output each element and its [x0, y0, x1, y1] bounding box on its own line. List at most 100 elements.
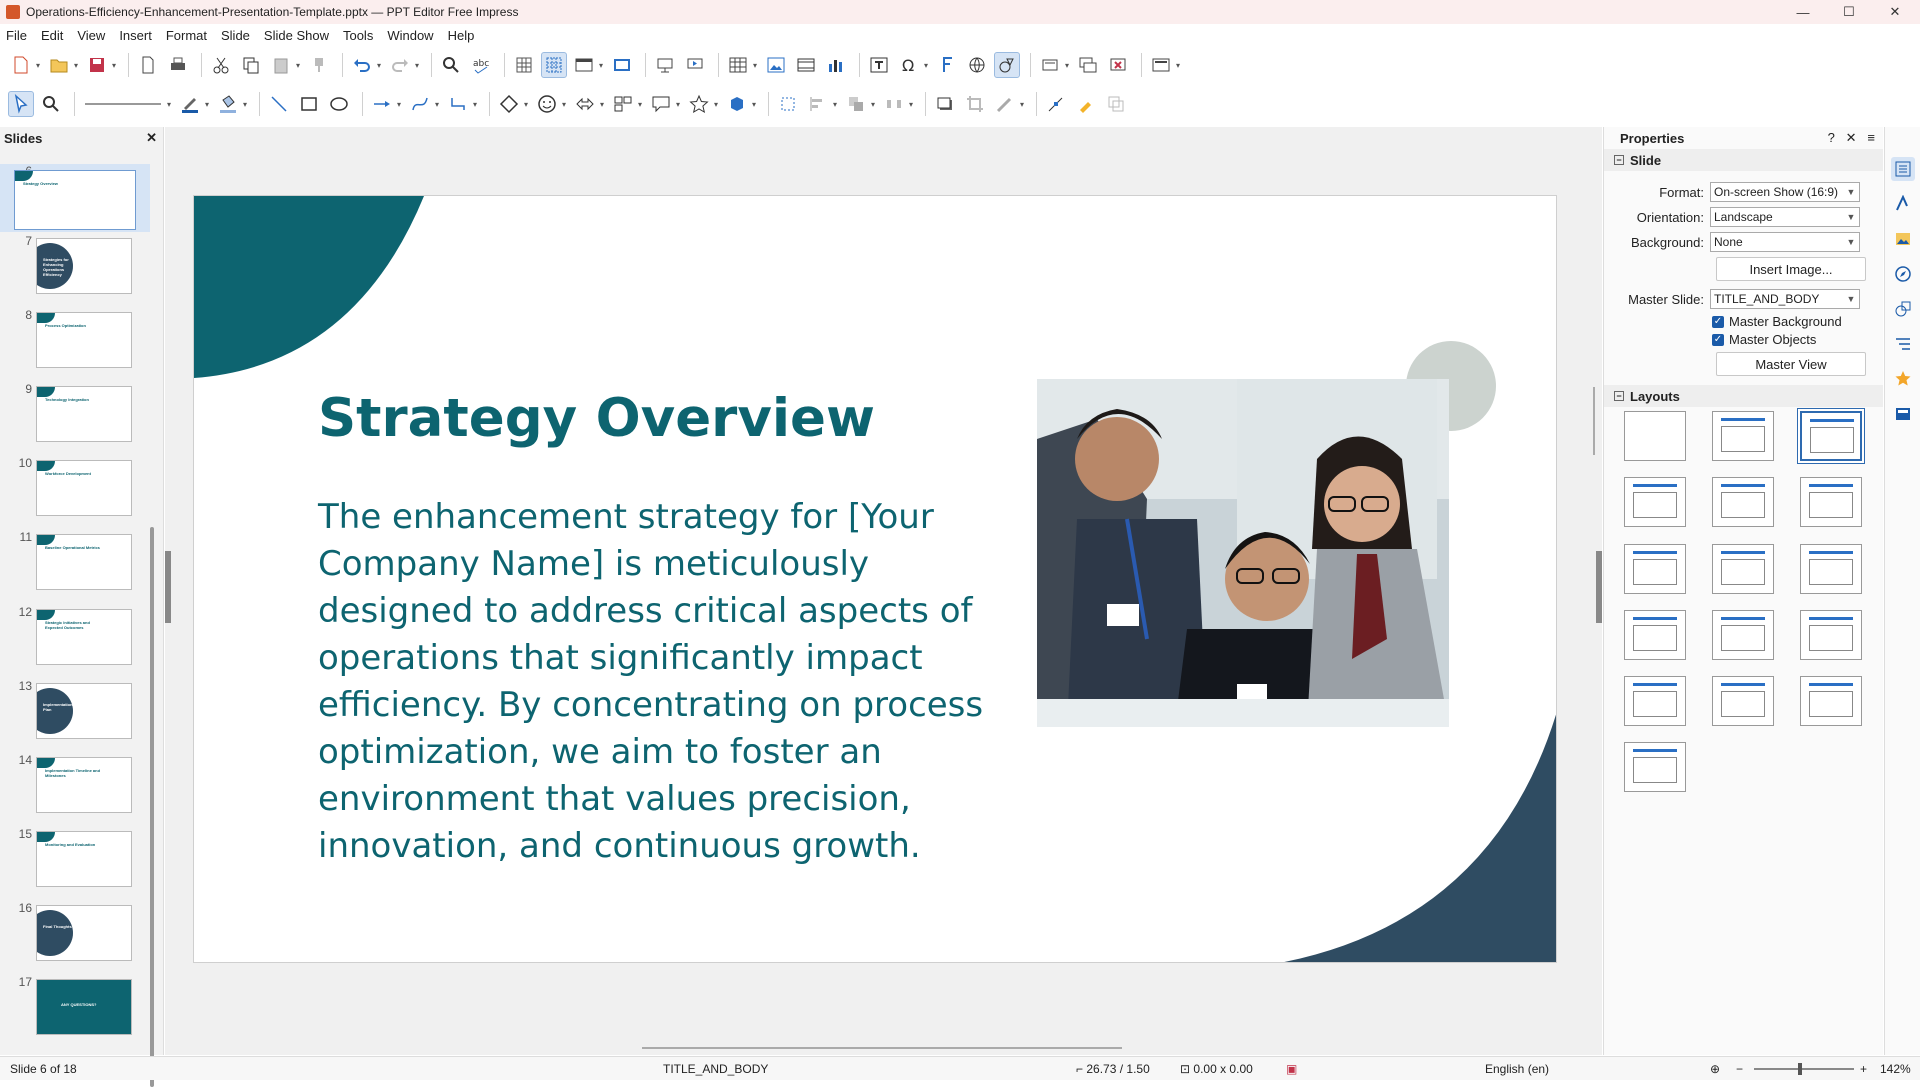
menu-edit[interactable]: Edit — [41, 28, 63, 43]
delete-slide-icon[interactable] — [1105, 52, 1131, 78]
toggle-extrusion-icon[interactable] — [1103, 91, 1129, 117]
filter-dropdown[interactable]: ▾ — [1018, 91, 1026, 117]
master-objects-checkbox[interactable]: ✓ Master Objects — [1712, 332, 1816, 347]
layout-option-title-6[interactable] — [1800, 610, 1862, 660]
layout-option-title-2row[interactable] — [1624, 544, 1686, 594]
menu-window[interactable]: Window — [387, 28, 433, 43]
menu-slide-show[interactable]: Slide Show — [264, 28, 329, 43]
layout-option-vert-2[interactable] — [1712, 676, 1774, 726]
line-color-dropdown[interactable]: ▾ — [203, 91, 211, 117]
menu-help[interactable]: Help — [448, 28, 475, 43]
line-color-icon[interactable] — [177, 91, 203, 117]
connectors-icon[interactable] — [445, 91, 471, 117]
duplicate-slide-icon[interactable] — [1075, 52, 1101, 78]
master-view-button[interactable]: Master View — [1716, 352, 1866, 376]
redo-dropdown[interactable]: ▾ — [413, 52, 421, 78]
points-icon[interactable] — [1043, 91, 1069, 117]
paste-dropdown[interactable]: ▾ — [294, 52, 302, 78]
animation-tab-icon[interactable] — [1891, 367, 1915, 391]
open-dropdown[interactable]: ▾ — [72, 52, 80, 78]
slide-6[interactable]: Strategy Overview The enhancement strate… — [193, 195, 1557, 963]
flowchart-icon[interactable] — [610, 91, 636, 117]
start-current-slide-icon[interactable] — [682, 52, 708, 78]
layout-option-title-2col[interactable] — [1624, 477, 1686, 527]
3d-objects-dropdown[interactable]: ▾ — [750, 91, 758, 117]
copy-icon[interactable] — [238, 52, 264, 78]
minimize-button[interactable]: — — [1780, 0, 1826, 24]
menu-insert[interactable]: Insert — [119, 28, 152, 43]
symbol-shapes-icon[interactable] — [534, 91, 560, 117]
canvas-vertical-scrollbar[interactable] — [1593, 387, 1595, 455]
slides-scrollbar[interactable] — [150, 527, 154, 1087]
slide-layout-dropdown[interactable]: ▾ — [1174, 52, 1182, 78]
chart-icon[interactable] — [823, 52, 849, 78]
canvas-horizontal-scrollbar[interactable] — [642, 1047, 1122, 1049]
fit-slide-icon[interactable]: ⊕ — [1710, 1062, 1720, 1076]
slide-transition-tab-icon[interactable] — [1891, 332, 1915, 356]
slide-thumbnail-15[interactable]: 15 Monitoring and Evaluation — [0, 827, 150, 895]
glue-points-icon[interactable] — [1073, 91, 1099, 117]
flowchart-dropdown[interactable]: ▾ — [636, 91, 644, 117]
slide-thumbnail-10[interactable]: 10 Workforce Development — [0, 456, 150, 524]
team-photo-image[interactable] — [1037, 379, 1449, 727]
hyperlink-icon[interactable] — [964, 52, 990, 78]
redo-icon[interactable] — [387, 52, 413, 78]
callout-icon[interactable] — [648, 91, 674, 117]
slide-thumbnail-13[interactable]: 13 Implementation Plan — [0, 679, 150, 747]
cut-icon[interactable] — [208, 52, 234, 78]
collapse-icon[interactable]: − — [1614, 391, 1624, 401]
close-slides-pane-icon[interactable]: ✕ — [146, 130, 157, 146]
slide-layout-icon[interactable] — [1148, 52, 1174, 78]
close-properties-icon[interactable]: ✕ — [1846, 130, 1857, 145]
zoom-level[interactable]: 142% — [1880, 1062, 1911, 1076]
fill-color-dropdown[interactable]: ▾ — [241, 91, 249, 117]
arrange-dropdown[interactable]: ▾ — [869, 91, 877, 117]
print-icon[interactable] — [165, 52, 191, 78]
line-style-icon[interactable] — [81, 91, 165, 117]
document-modified-icon[interactable]: ▣ — [1286, 1062, 1297, 1076]
basic-shapes-icon[interactable] — [496, 91, 522, 117]
right-pane-collapse-handle[interactable] — [1596, 551, 1602, 623]
fill-color-icon[interactable] — [215, 91, 241, 117]
sidebar-menu-icon[interactable]: ≡ — [1867, 130, 1875, 145]
zoom-slider-thumb[interactable] — [1798, 1063, 1802, 1075]
close-window-button[interactable]: ✕ — [1872, 0, 1918, 24]
slide-thumbnail-9[interactable]: 9 Technology Integration — [0, 382, 150, 450]
layout-option-title-4[interactable] — [1624, 610, 1686, 660]
slide-thumbnail-8[interactable]: 8 Process Optimization — [0, 308, 150, 376]
zoom-slider[interactable] — [1754, 1068, 1854, 1070]
layout-option-title-content[interactable] — [1798, 409, 1864, 463]
distribute-dropdown[interactable]: ▾ — [907, 91, 915, 117]
collapse-icon[interactable]: − — [1614, 155, 1624, 165]
layout-option-title-2x2[interactable] — [1624, 742, 1686, 792]
filter-icon[interactable] — [992, 91, 1018, 117]
insert-line-icon[interactable] — [266, 91, 292, 117]
undo-icon[interactable] — [349, 52, 375, 78]
slide-title[interactable]: Strategy Overview — [318, 388, 875, 449]
select-pointer-icon[interactable] — [8, 91, 34, 117]
menu-tools[interactable]: Tools — [343, 28, 373, 43]
insert-image-button[interactable]: Insert Image... — [1716, 257, 1866, 281]
layout-option-title-only[interactable] — [1712, 477, 1774, 527]
line-style-dropdown[interactable]: ▾ — [165, 91, 173, 117]
clone-formatting-icon[interactable] — [306, 52, 332, 78]
layout-option-title-content[interactable] — [1712, 411, 1774, 461]
shadow-icon[interactable] — [932, 91, 958, 117]
paste-icon[interactable] — [268, 52, 294, 78]
rotate-icon[interactable] — [775, 91, 801, 117]
layout-option-title-3[interactable] — [1712, 544, 1774, 594]
slide-section-header[interactable]: − Slide — [1604, 149, 1883, 171]
new-slide-dropdown[interactable]: ▾ — [1063, 52, 1071, 78]
zoom-in-icon[interactable]: + — [1860, 1062, 1867, 1076]
start-first-slide-icon[interactable] — [652, 52, 678, 78]
special-character-dropdown[interactable]: ▾ — [922, 52, 930, 78]
layout-option-centered[interactable] — [1800, 477, 1862, 527]
orientation-select[interactable]: Landscape ▼ — [1710, 207, 1860, 227]
display-views-icon[interactable] — [571, 52, 597, 78]
arrange-icon[interactable] — [843, 91, 869, 117]
open-icon[interactable] — [46, 52, 72, 78]
language-status[interactable]: English (en) — [1485, 1062, 1549, 1076]
fontwork-icon[interactable] — [934, 52, 960, 78]
menu-slide[interactable]: Slide — [221, 28, 250, 43]
layout-option-blank[interactable] — [1624, 411, 1686, 461]
